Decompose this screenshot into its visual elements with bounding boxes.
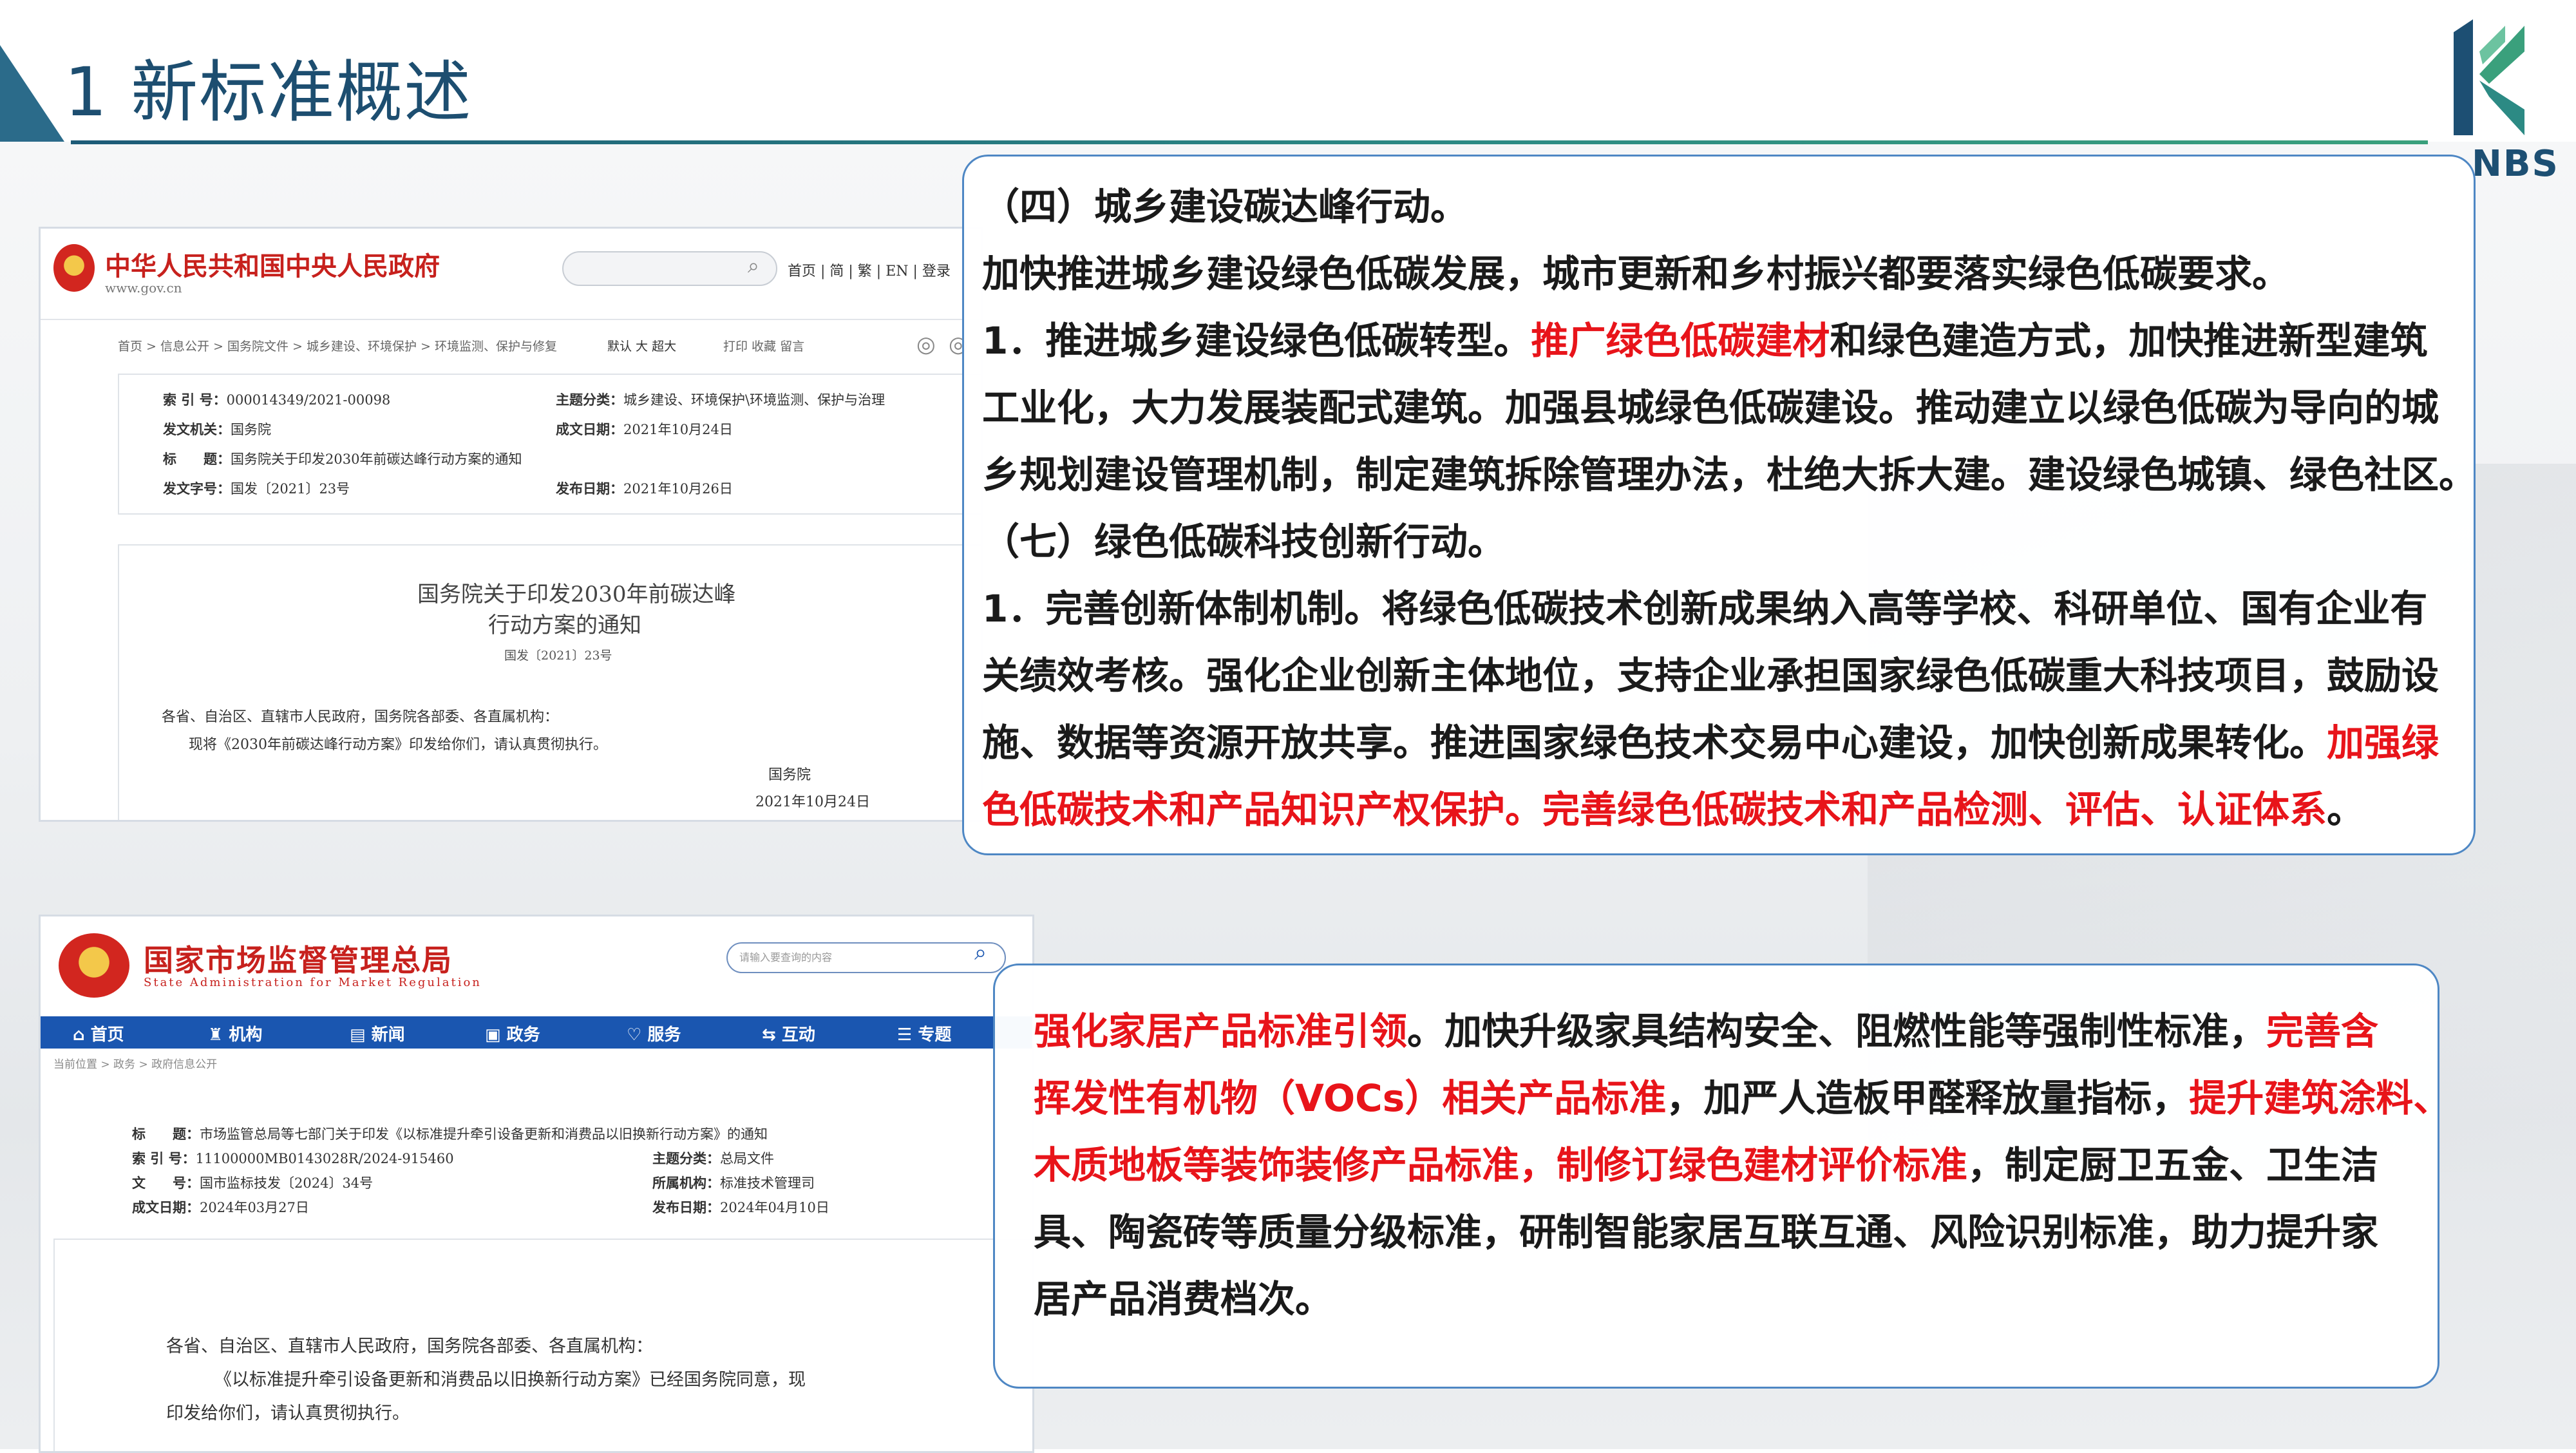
doc-title-line2: 行动方案的通知 (488, 613, 641, 638)
gov-breadcrumb[interactable]: 首页 > 信息公开 > 国务院文件 > 城乡建设、环境保护 > 环境监测、保护与… (118, 337, 557, 354)
samr-doc-body1: 《以标准提升牵引设备更新和消费品以旧换新行动方案》已经国务院同意，现 (214, 1370, 806, 1390)
card2-line: 具、陶瓷砖等质量分级标准，研制智能家居互联互通、风险识别标准，助力提升家 (1034, 1210, 2379, 1254)
meta-label: 成文日期：2024年03月27日 (132, 1199, 309, 1215)
doc-title-line1: 国务院关于印发2030年前碳达峰 (417, 582, 736, 607)
meta-label: 标 题：国务院关于印发2030年前碳达峰行动方案的通知 (163, 451, 522, 467)
meta-label: 成文日期：2021年10月24日 (556, 421, 733, 437)
search-icon[interactable]: ⌕ (748, 253, 759, 278)
nav-item-service[interactable]: ♡ 服务 (627, 1021, 681, 1045)
card2-line: 挥发性有机物（VOCs）相关产品标准，加严人造板甲醛释放量指标，提升建筑涂料、 (1034, 1076, 2451, 1120)
card1-line: 1．推进城乡建设绿色低碳转型。推广绿色低碳建材和绿色建造方式，加快推进新型建筑 (982, 319, 2428, 363)
card1-line: （四）城乡建设碳达峰行动。 (982, 185, 1468, 229)
samr-site-name: 国家市场监督管理总局 (144, 943, 453, 978)
logo-text: NBS (2472, 143, 2559, 185)
nav-item-org[interactable]: ♜ 机构 (208, 1021, 262, 1045)
samr-doc-addressee: 各省、自治区、直辖市人民政府，国务院各部委、各直属机构： (166, 1336, 653, 1356)
search-icon[interactable]: ⌕ (974, 940, 987, 965)
gov-header-rule (41, 319, 981, 320)
card1-line: 工业化，大力发展装配式建筑。加强县城绿色低碳建设。推动建立以绿色低碳为导向的城 (982, 386, 2439, 430)
nav-item-home[interactable]: ⌂ 首页 (73, 1021, 124, 1045)
card1-line: 关绩效考核。强化企业创新主体地位，支持企业承担国家绿色低碳重大科技项目，鼓励设 (982, 654, 2439, 698)
national-emblem-icon (59, 933, 129, 998)
doc-number: 国发〔2021〕23号 (504, 649, 612, 663)
samr-search-placeholder: 请输入要查询的内容 (739, 951, 833, 964)
nav-item-news[interactable]: ▤ 新闻 (350, 1021, 405, 1045)
nav-item-affairs[interactable]: ▣ 政务 (485, 1021, 540, 1045)
gov-site-screenshot: 中华人民共和国中央人民政府 www.gov.cn ⌕ 首页 | 简 | 繁 | … (39, 227, 983, 822)
gov-top-nav[interactable]: 首页 | 简 | 繁 | EN | 登录 (788, 260, 951, 280)
meta-label: 主题分类：城乡建设、环境保护\环境监测、保护与治理 (556, 392, 886, 408)
card1-line: 施、数据等资源开放共享。推进国家绿色技术交易中心建设，加快创新成果转化。加强绿 (982, 721, 2439, 764)
meta-label: 所属机构：标准技术管理司 (652, 1175, 815, 1191)
card1-line: 色低碳技术和产品知识产权保护。完善绿色低碳技术和产品检测、评估、认证体系。 (982, 788, 2365, 831)
samr-nav-bar: ⌂ 首页 ♜ 机构 ▤ 新闻 ▣ 政务 ♡ 服务 ⇆ 互动 ☰ 专题 (41, 1016, 1032, 1049)
card1-line: 1．完善创新体制机制。将绿色低碳技术创新成果纳入高等学校、科研单位、国有企业有 (982, 587, 2428, 631)
gov-tools[interactable]: 打印 收藏 留言 (723, 337, 804, 354)
gov-search-input[interactable] (562, 251, 777, 286)
doc-signer: 国务院 (768, 767, 811, 783)
card2-line: 强化家居产品标准引领。加快升级家具结构安全、阻燃性能等强制性标准，完善含 (1034, 1009, 2379, 1053)
meta-label: 文 号：国市监标技发〔2024〕34号 (132, 1175, 374, 1191)
meta-label: 标 题：市场监管总局等七部门关于印发《以标准提升牵引设备更新和消费品以旧换新行动… (132, 1126, 768, 1142)
policy-excerpt-card-2: 强化家居产品标准引领。加快升级家具结构安全、阻燃性能等强制性标准，完善含 挥发性… (993, 964, 2451, 1389)
card2-line: 木质地板等装饰装修产品标准，制修订绿色建材评价标准，制定厨卫五金、卫生洁 (1034, 1143, 2379, 1187)
gov-site-name: 中华人民共和国中央人民政府 (105, 251, 440, 281)
header-divider (71, 140, 2428, 144)
doc-date: 2021年10月24日 (755, 794, 870, 810)
meta-label: 索 引 号：000014349/2021-00098 (163, 392, 391, 408)
doc-body: 现将《2030年前碳达峰行动方案》印发给你们，请认真贯彻执行。 (189, 737, 607, 753)
samr-site-screenshot: 国家市场监督管理总局 State Administration for Mark… (39, 915, 1034, 1453)
policy-excerpt-card-1: （四）城乡建设碳达峰行动。 加快推进城乡建设绿色低碳发展，城市更新和乡村振兴都要… (962, 155, 2476, 855)
meta-label: 发布日期：2021年10月26日 (556, 480, 733, 497)
nbs-logo-icon (2454, 19, 2524, 135)
samr-breadcrumb[interactable]: 当前位置 > 政务 > 政府信息公开 (53, 1055, 217, 1071)
meta-label: 主题分类：总局文件 (652, 1150, 774, 1166)
nav-item-interact[interactable]: ⇆ 互动 (762, 1021, 815, 1045)
meta-label: 发文字号：国发〔2021〕23号 (163, 480, 350, 497)
nav-item-topic[interactable]: ☰ 专题 (897, 1021, 951, 1045)
gov-site-domain: www.gov.cn (105, 280, 182, 296)
national-emblem-icon (53, 244, 95, 292)
samr-doc-body2: 印发给你们，请认真贯彻执行。 (166, 1403, 410, 1423)
meta-label: 发文机关：国务院 (163, 421, 271, 437)
card2-line: 居产品消费档次。 (1034, 1277, 1333, 1321)
meta-label: 索 引 号：11100000MB0143028R/2024-915460 (132, 1150, 454, 1166)
font-size-controls[interactable]: 默认 大 超大 (607, 337, 676, 354)
meta-label: 发布日期：2024年04月10日 (652, 1199, 829, 1215)
card1-line: （七）绿色低碳科技创新行动。 (982, 520, 1506, 564)
share-icon[interactable]: ◎ (916, 332, 936, 357)
header-corner-accent (0, 45, 64, 142)
slide-title: 1 新标准概述 (64, 53, 473, 131)
doc-addressee: 各省、自治区、直辖市人民政府，国务院各部委、各直属机构： (162, 709, 559, 725)
samr-site-name-en: State Administration for Market Regulati… (144, 976, 482, 989)
card1-line: 加快推进城乡建设绿色低碳发展，城市更新和乡村振兴都要落实绿色低碳要求。 (982, 252, 2290, 296)
card1-line: 乡规划建设管理机制，制定建筑拆除管理办法，杜绝大拆大建。建设绿色城镇、绿色社区。 (982, 453, 2477, 497)
